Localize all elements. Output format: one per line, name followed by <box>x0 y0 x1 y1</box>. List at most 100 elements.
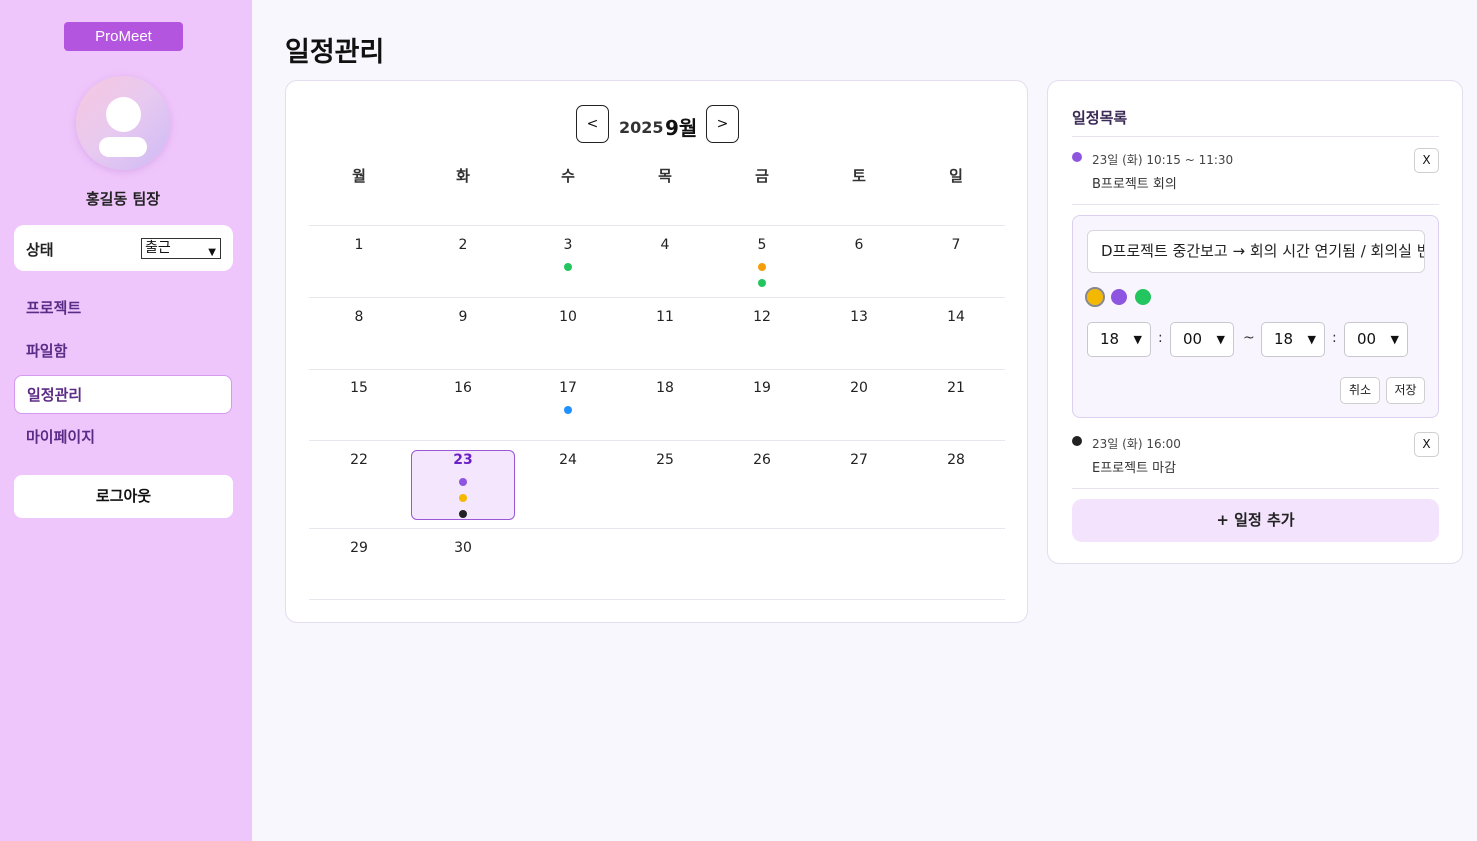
start-minute-select[interactable]: 00 ▼ <box>1170 322 1234 357</box>
calendar-day-4[interactable]: 4 <box>635 237 695 253</box>
calendar-day-18[interactable]: 18 <box>635 380 695 396</box>
delete-event-button[interactable]: X <box>1414 148 1439 173</box>
cancel-button[interactable]: 취소 <box>1340 377 1380 404</box>
calendar-day-2[interactable]: 2 <box>433 237 493 253</box>
page-title: 일정관리 <box>285 37 385 68</box>
event-editor: D프로젝트 중간보고 → 회의 시간 연기됨 / 회의실 변경 18 ▼ : 0… <box>1072 215 1439 418</box>
add-schedule-button[interactable]: + 일정 추가 <box>1072 499 1439 542</box>
start-hour-select[interactable]: 18 ▼ <box>1087 322 1151 357</box>
calendar-day-24[interactable]: 24 <box>538 452 598 468</box>
event-dot <box>758 279 766 287</box>
calendar-day-27[interactable]: 27 <box>829 452 889 468</box>
calendar-day-12[interactable]: 12 <box>732 309 792 325</box>
calendar-day-13[interactable]: 13 <box>829 309 889 325</box>
calendar-day-26[interactable]: 26 <box>732 452 792 468</box>
calendar-day-22[interactable]: 22 <box>329 452 389 468</box>
event-dot <box>459 494 467 502</box>
chevron-down-icon: ▼ <box>1216 333 1225 346</box>
calendar-day-14[interactable]: 14 <box>926 309 986 325</box>
calendar-day-29[interactable]: 29 <box>329 540 389 556</box>
next-month-button[interactable]: > <box>706 105 739 143</box>
weekday-header: 목 <box>658 167 672 185</box>
divider <box>1072 136 1439 137</box>
event-time: 23일 (화) 10:15 ~ 11:30 <box>1092 153 1234 167</box>
end-minute-value: 00 <box>1357 330 1377 348</box>
time-tilde: ~ <box>1243 330 1255 346</box>
event-title[interactable]: E프로젝트 마감 <box>1092 457 1176 476</box>
logout-button[interactable]: 로그아웃 <box>14 475 233 518</box>
weekday-header: 토 <box>852 167 866 185</box>
end-minute-select[interactable]: 00 ▼ <box>1344 322 1408 357</box>
sidebar-item-mypage[interactable]: 마이페이지 <box>14 418 232 457</box>
weekday-header: 수 <box>561 167 575 185</box>
status-select[interactable]: 출근 ▼ <box>141 238 221 259</box>
event-color-dot <box>1072 152 1082 162</box>
calendar-day-11[interactable]: 11 <box>635 309 695 325</box>
event-title-input[interactable]: D프로젝트 중간보고 → 회의 시간 연기됨 / 회의실 변경 <box>1087 230 1425 273</box>
sidebar-item-files[interactable]: 파일함 <box>14 332 232 371</box>
calendar-day-15[interactable]: 15 <box>329 380 389 396</box>
calendar-day-20[interactable]: 20 <box>829 380 889 396</box>
status-panel: 상태 출근 ▼ <box>14 225 233 271</box>
start-minute-value: 00 <box>1183 330 1203 348</box>
calendar-month: 9월 <box>665 116 698 140</box>
color-swatch-purple[interactable] <box>1111 289 1127 305</box>
sidebar-item-projects[interactable]: 프로젝트 <box>14 289 232 328</box>
delete-event-button[interactable]: X <box>1414 432 1439 457</box>
weekday-header: 화 <box>456 167 470 185</box>
calendar-day-16[interactable]: 16 <box>433 380 493 396</box>
end-hour-select[interactable]: 18 ▼ <box>1261 322 1325 357</box>
calendar-day-17[interactable]: 17 <box>538 380 598 396</box>
event-time: 23일 (화) 16:00 <box>1092 437 1181 451</box>
event-color-dot <box>1072 436 1082 446</box>
calendar-day-28[interactable]: 28 <box>926 452 986 468</box>
sidebar: ProMeet 홍길동 팀장 상태 출근 ▼ 프로젝트 파일함 일정관리 마이페… <box>0 0 252 841</box>
week-divider <box>309 225 1005 226</box>
app-logo[interactable]: ProMeet <box>64 22 183 51</box>
weekday-header: 금 <box>755 167 769 185</box>
sidebar-item-schedule[interactable]: 일정관리 <box>14 375 232 414</box>
calendar-day-1[interactable]: 1 <box>329 237 389 253</box>
event-dot <box>459 510 467 518</box>
calendar-year: 2025 <box>619 118 664 137</box>
avatar-body-shape <box>99 137 147 157</box>
calendar-day-25[interactable]: 25 <box>635 452 695 468</box>
calendar-day-21[interactable]: 21 <box>926 380 986 396</box>
calendar-day-19[interactable]: 19 <box>732 380 792 396</box>
calendar-day-30[interactable]: 30 <box>433 540 493 556</box>
color-swatch-green[interactable] <box>1135 289 1151 305</box>
calendar-day-8[interactable]: 8 <box>329 309 389 325</box>
calendar-day-6[interactable]: 6 <box>829 237 889 253</box>
calendar-day-10[interactable]: 10 <box>538 309 598 325</box>
chevron-down-icon: ▼ <box>1390 333 1399 346</box>
status-label: 상태 <box>26 241 54 259</box>
week-divider <box>309 440 1005 441</box>
week-divider <box>309 297 1005 298</box>
calendar-day-23[interactable]: 23 <box>433 452 493 468</box>
weekday-header: 일 <box>949 167 963 185</box>
calendar-day-7[interactable]: 7 <box>926 237 986 253</box>
avatar <box>76 76 170 170</box>
divider <box>1072 488 1439 489</box>
status-select-value: 출근 <box>145 240 171 256</box>
weekday-header: 월 <box>352 167 366 185</box>
week-divider <box>309 369 1005 370</box>
color-swatch-yellow[interactable] <box>1085 287 1105 307</box>
start-hour-value: 18 <box>1100 330 1120 348</box>
calendar-day-3[interactable]: 3 <box>538 237 598 253</box>
prev-month-button[interactable]: < <box>576 105 609 143</box>
save-button[interactable]: 저장 <box>1386 377 1425 404</box>
event-dot <box>564 263 572 271</box>
divider <box>1072 204 1439 205</box>
avatar-head-shape <box>106 97 141 132</box>
week-divider <box>309 528 1005 529</box>
event-title[interactable]: B프로젝트 회의 <box>1092 173 1177 192</box>
event-dot <box>459 478 467 486</box>
schedule-panel: 일정목록 23일 (화) 10:15 ~ 11:30 B프로젝트 회의 X D프… <box>1047 80 1463 564</box>
event-dot <box>758 263 766 271</box>
calendar-day-9[interactable]: 9 <box>433 309 493 325</box>
calendar-card: < 2025 9월 > 월 화 수 목 금 토 일 1 2 3 4 5 6 7 8 9 10 11 12 13 14 15… <box>285 80 1028 623</box>
end-hour-value: 18 <box>1274 330 1294 348</box>
calendar-day-5[interactable]: 5 <box>732 237 792 253</box>
chevron-down-icon: ▼ <box>1307 333 1316 346</box>
